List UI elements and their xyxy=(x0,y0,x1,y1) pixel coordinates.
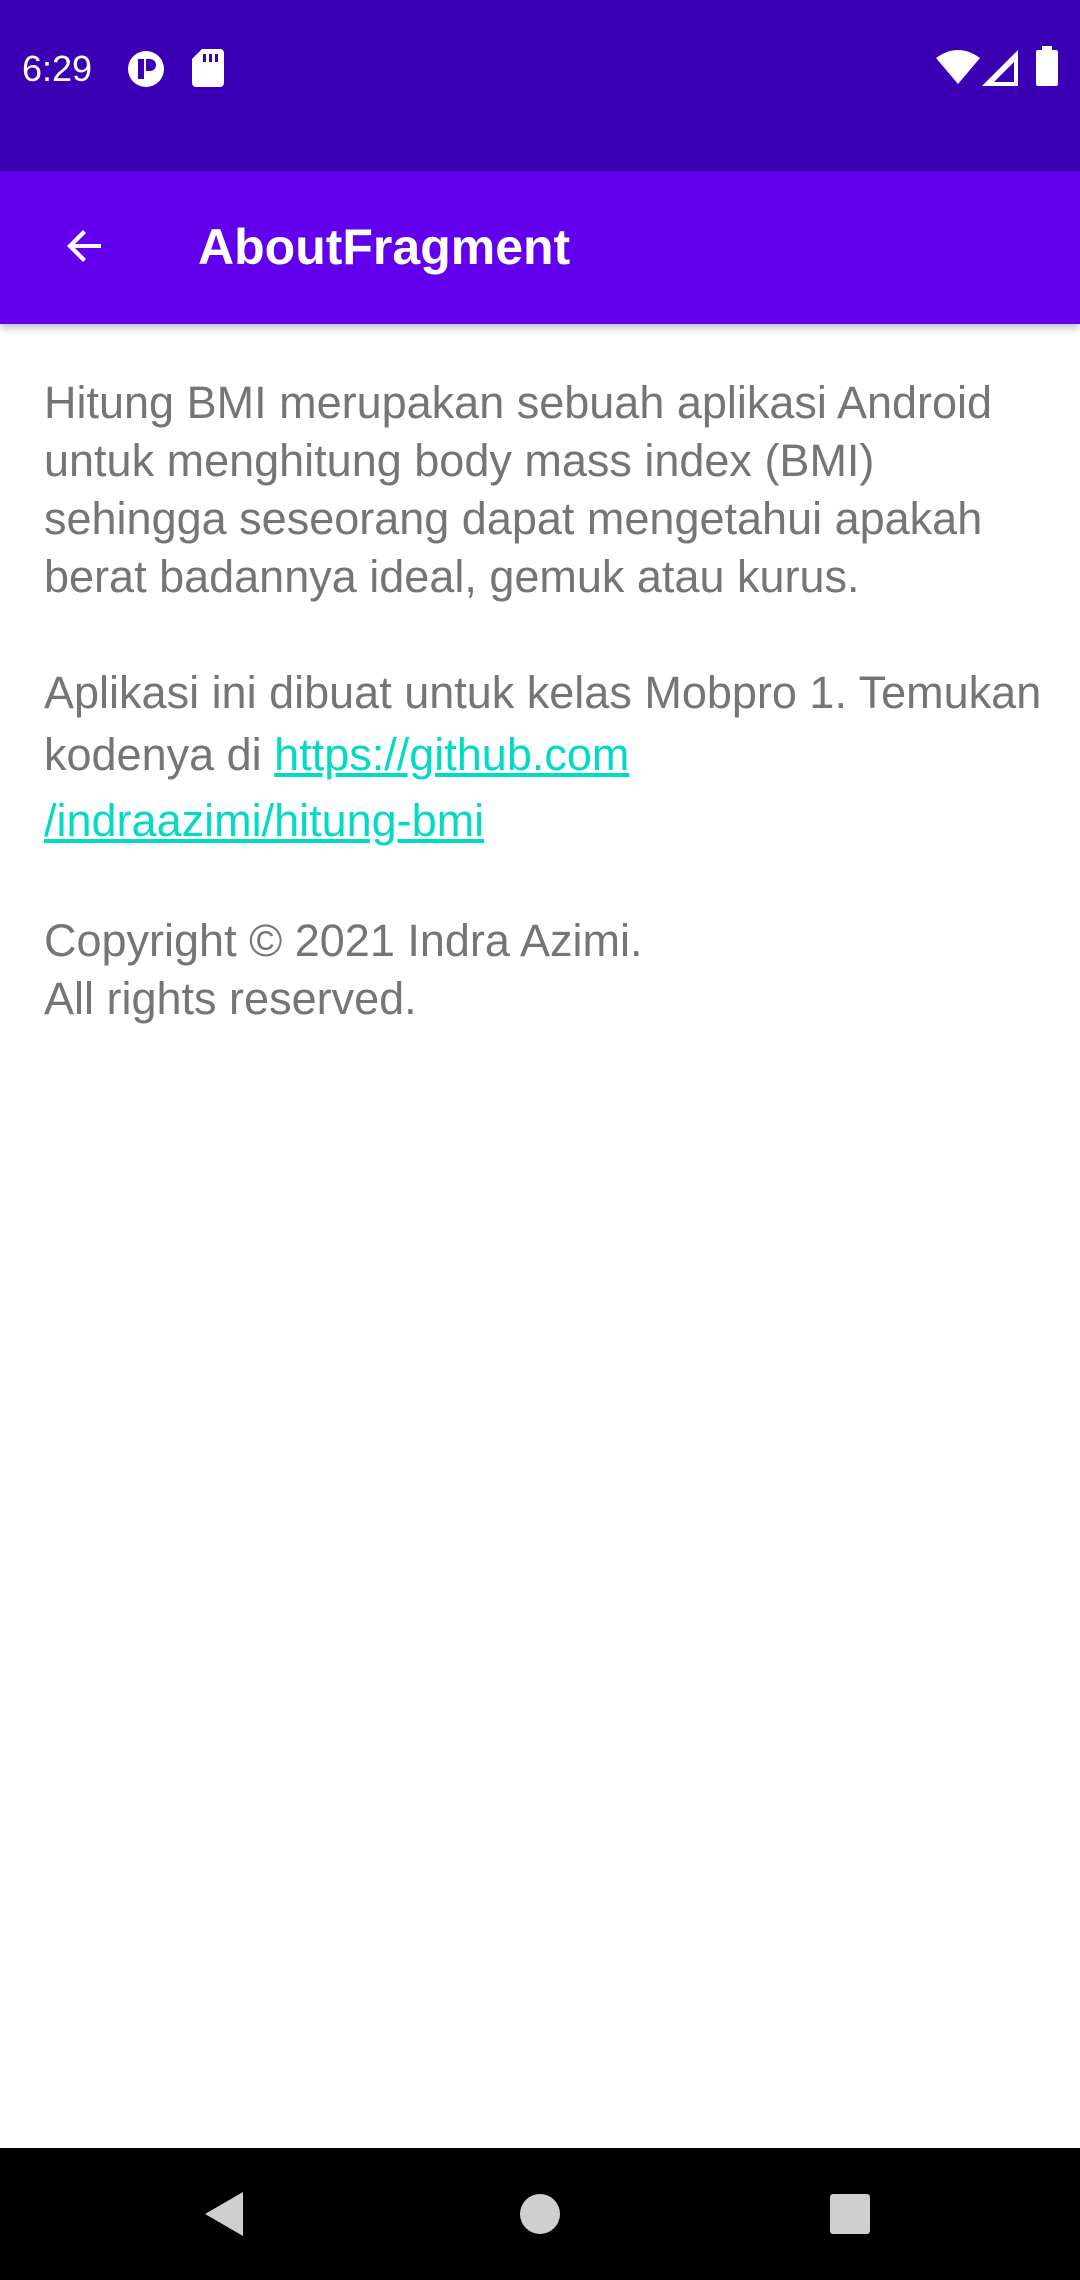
status-bar: 6:29 xyxy=(0,0,1080,171)
wifi-icon xyxy=(936,50,980,84)
notification-icon xyxy=(128,51,164,87)
sd-card-icon xyxy=(192,49,224,87)
page-title: AboutFragment xyxy=(198,219,571,275)
battery-icon xyxy=(1036,46,1058,86)
navigation-bar xyxy=(0,2148,1080,2280)
app-bar: AboutFragment xyxy=(0,171,1080,324)
cell-signal-icon xyxy=(982,50,1018,86)
arrow-back-icon xyxy=(67,230,101,262)
github-link-part1: https://github.com xyxy=(274,729,630,780)
home-circle-icon xyxy=(520,2194,560,2234)
nav-back-button[interactable] xyxy=(185,2174,265,2254)
copyright-line-2: All rights reserved. xyxy=(44,973,417,1024)
class-info-paragraph: Aplikasi ini dibuat untuk kelas Mobpro 1… xyxy=(44,664,1044,854)
copyright-line-1: Copyright © 2021 Indra Azimi. xyxy=(44,915,643,966)
copyright-text: Copyright © 2021 Indra Azimi. All rights… xyxy=(44,912,1044,1028)
description-paragraph: Hitung BMI merupakan sebuah aplikasi And… xyxy=(44,377,993,602)
back-triangle-icon xyxy=(205,2192,243,2236)
about-content: Hitung BMI merupakan sebuah aplikasi And… xyxy=(44,374,1044,1028)
nav-recents-button[interactable] xyxy=(810,2174,890,2254)
github-link-part2: /indraazimi/hitung-bmi xyxy=(44,795,485,846)
recents-square-icon xyxy=(830,2194,870,2234)
status-time: 6:29 xyxy=(22,48,93,89)
nav-home-button[interactable] xyxy=(500,2174,580,2254)
back-button[interactable] xyxy=(30,191,140,301)
